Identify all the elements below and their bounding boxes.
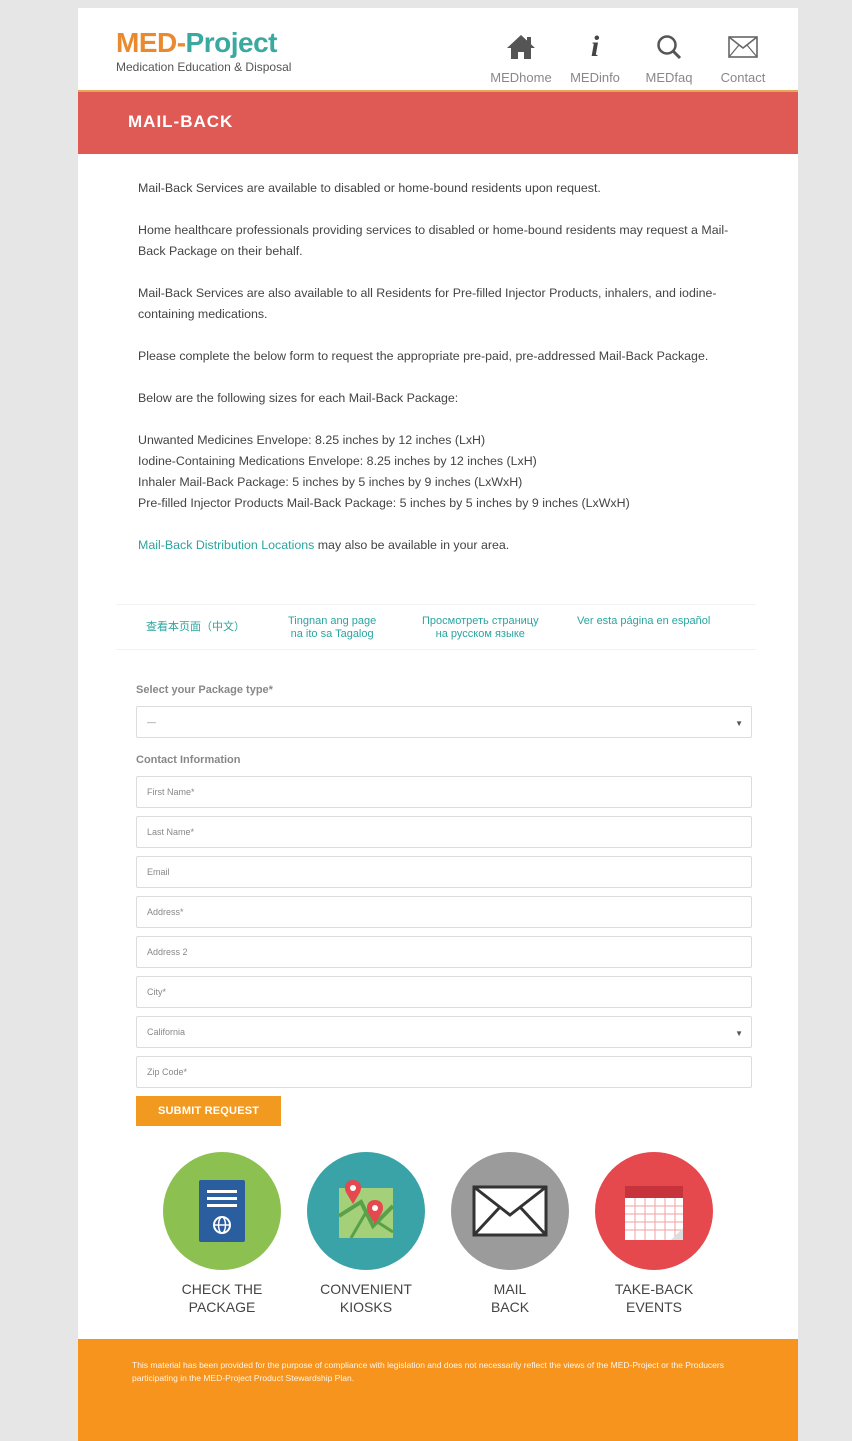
- zip-code-placeholder: Zip Code*: [147, 1067, 188, 1077]
- submit-request-button[interactable]: SUBMIT REQUEST: [136, 1096, 282, 1126]
- select-caret-icon: ▼: [735, 719, 743, 728]
- logo[interactable]: MED-Project Medication Education & Dispo…: [116, 27, 292, 75]
- lang-spanish-label: Ver esta página en español: [577, 615, 711, 627]
- kiosks-label-2: KIOSKS: [339, 1299, 393, 1315]
- convenient-kiosks-card[interactable]: CONVENIENT KIOSKS: [296, 1152, 436, 1316]
- intro-paragraph-1: Mail-Back Services are available to disa…: [138, 181, 601, 195]
- search-icon: [632, 30, 706, 64]
- locations-tail: may also be available in your area.: [314, 538, 510, 552]
- address2-placeholder: Address 2: [147, 947, 188, 957]
- address-field[interactable]: Address*: [136, 896, 752, 928]
- mail-back-label-1: MAIL: [493, 1281, 527, 1297]
- address2-field[interactable]: Address 2: [136, 936, 752, 968]
- last-name-field[interactable]: Last Name*: [136, 816, 752, 848]
- mail-back-card[interactable]: MAIL BACK: [440, 1152, 580, 1316]
- lang-tagalog-line2: na ito sa Tagalog: [290, 628, 374, 640]
- nav-medfaq[interactable]: MEDfaq: [632, 30, 706, 85]
- passport-icon: [163, 1152, 281, 1270]
- size-line: Inhaler Mail-Back Package: 5 inches by 5…: [138, 475, 523, 489]
- email-field[interactable]: Email: [136, 856, 752, 888]
- nav-medhome[interactable]: MEDhome: [484, 30, 558, 85]
- site-header: MED-Project Medication Education & Dispo…: [78, 8, 798, 92]
- city-placeholder: City*: [147, 987, 167, 997]
- intro-content: Mail-Back Services are available to disa…: [138, 178, 748, 556]
- nav-medhome-label: MEDhome: [490, 70, 552, 85]
- select-caret-icon: ▼: [735, 1029, 743, 1038]
- zip-code-field[interactable]: Zip Code*: [136, 1056, 752, 1088]
- state-value: California: [147, 1027, 186, 1037]
- nav-medinfo-label: MEDinfo: [570, 70, 620, 85]
- package-type-label: Select your Package type*: [136, 684, 273, 696]
- lang-russian[interactable]: Просмотреть страницу на русском языке: [422, 615, 539, 641]
- logo-subtitle: Medication Education & Disposal: [116, 60, 292, 74]
- site-footer: This material has been provided for the …: [78, 1339, 798, 1441]
- locations-paragraph: Mail-Back Distribution Locations may als…: [138, 535, 748, 556]
- take-back-events-card[interactable]: TAKE-BACK EVENTS: [584, 1152, 724, 1316]
- mailback-request-form: Select your Package type* — ▼ Contact In…: [136, 684, 752, 1126]
- package-sizes-list: Unwanted Medicines Envelope: 8.25 inches…: [138, 430, 748, 514]
- email-placeholder: Email: [147, 867, 170, 877]
- footer-disclaimer: This material has been provided for the …: [132, 1360, 724, 1383]
- intro-paragraph-5: Below are the following sizes for each M…: [138, 391, 459, 405]
- package-type-select[interactable]: — ▼: [136, 706, 752, 738]
- size-line: Pre-filled Injector Products Mail-Back P…: [138, 496, 630, 510]
- top-nav: MEDhome i MEDinfo MEDfaq Contact: [484, 30, 780, 85]
- size-line: Unwanted Medicines Envelope: 8.25 inches…: [138, 433, 486, 447]
- contact-info-label: Contact Information: [136, 754, 241, 766]
- right-gutter: [798, 0, 852, 1441]
- lang-tagalog-line1: Tingnan ang page: [288, 615, 377, 627]
- page: MED-Project Medication Education & Dispo…: [78, 8, 798, 1441]
- envelope-icon: [451, 1152, 569, 1270]
- first-name-placeholder: First Name*: [147, 787, 195, 797]
- nav-contact-label: Contact: [720, 70, 766, 85]
- feature-icons: CHECK THE PACKAGE CONVENIENT KIOSKS MAIL BA…: [152, 1152, 713, 1322]
- address-placeholder: Address*: [147, 907, 184, 917]
- lang-russian-line2: на русском языке: [435, 628, 525, 640]
- language-links: 查看本页面（中文） Tingnan ang page na ito sa Tag…: [116, 604, 756, 650]
- city-field[interactable]: City*: [136, 976, 752, 1008]
- distribution-locations-link[interactable]: Mail-Back Distribution Locations: [138, 538, 314, 552]
- intro-paragraph-2: Home healthcare professionals providing …: [138, 223, 729, 258]
- mail-back-label-2: BACK: [490, 1299, 530, 1315]
- last-name-placeholder: Last Name*: [147, 827, 195, 837]
- map-icon: [307, 1152, 425, 1270]
- size-line: Iodine-Containing Medications Envelope: …: [138, 454, 537, 468]
- check-package-label-1: CHECK THE: [181, 1281, 263, 1297]
- check-package-card[interactable]: CHECK THE PACKAGE: [152, 1152, 292, 1316]
- events-label-1: TAKE-BACK: [614, 1281, 694, 1297]
- events-label-2: EVENTS: [625, 1299, 682, 1315]
- intro-paragraph-3: Mail-Back Services are also available to…: [138, 286, 717, 321]
- kiosks-label-1: CONVENIENT: [320, 1281, 412, 1297]
- intro-paragraph-4: Please complete the below form to reques…: [138, 349, 709, 363]
- nav-medfaq-label: MEDfaq: [645, 70, 693, 85]
- logo-title: MED-Project: [116, 27, 277, 58]
- first-name-field[interactable]: First Name*: [136, 776, 752, 808]
- page-banner: MAIL-BACK: [78, 92, 798, 154]
- nav-contact[interactable]: Contact: [706, 30, 780, 85]
- state-select[interactable]: California ▼: [136, 1016, 752, 1048]
- lang-chinese-label: 查看本页面（中文）: [146, 621, 245, 633]
- page-title: MAIL-BACK: [128, 112, 234, 131]
- package-type-value: —: [147, 717, 156, 727]
- check-package-label-2: PACKAGE: [188, 1299, 256, 1315]
- nav-medinfo[interactable]: i MEDinfo: [558, 30, 632, 85]
- home-icon: [484, 30, 558, 64]
- lang-spanish[interactable]: Ver esta página en español: [577, 615, 710, 628]
- info-icon: i: [590, 30, 600, 63]
- lang-tagalog[interactable]: Tingnan ang page na ito sa Tagalog: [288, 615, 376, 641]
- lang-chinese[interactable]: 查看本页面（中文）: [146, 621, 245, 634]
- lang-russian-line1: Просмотреть страницу: [422, 615, 539, 627]
- mail-icon: [706, 30, 780, 64]
- calendar-icon: [595, 1152, 713, 1270]
